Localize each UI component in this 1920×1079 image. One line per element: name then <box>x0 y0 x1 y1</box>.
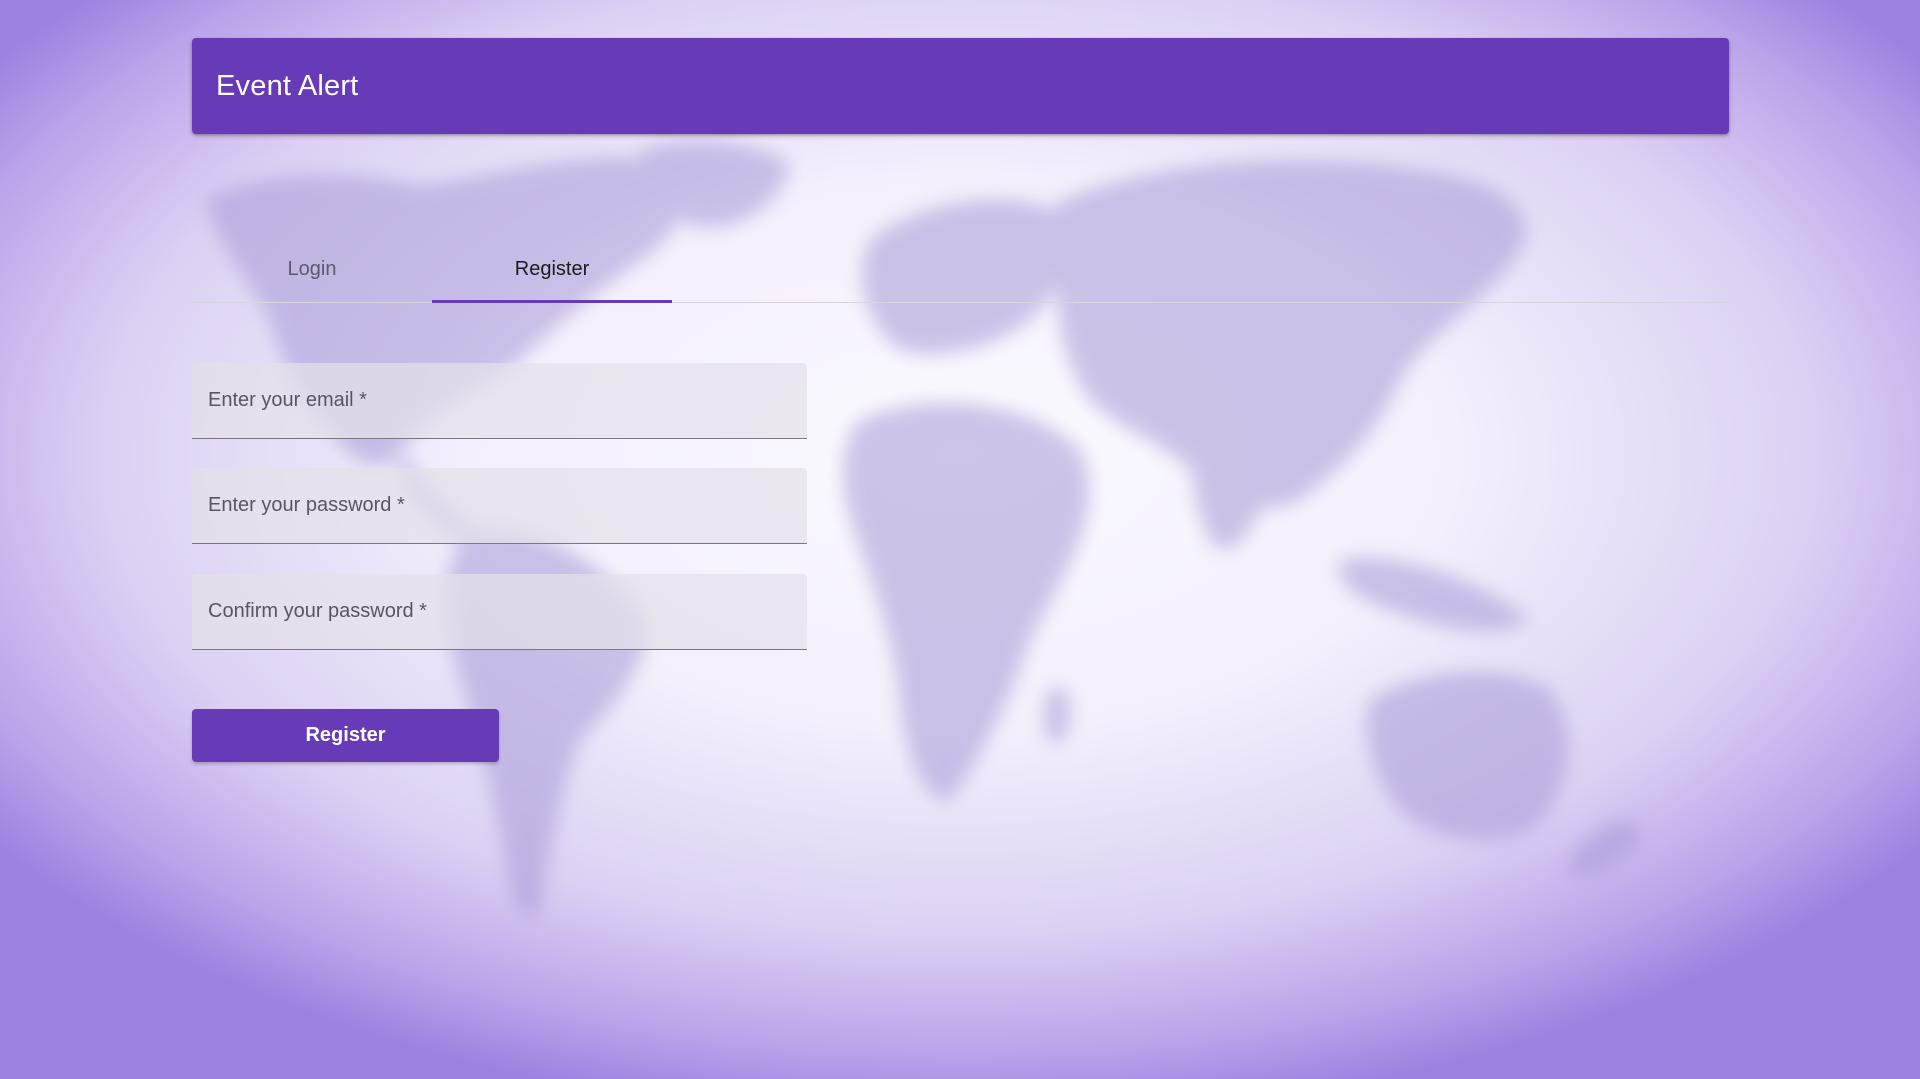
tab-register[interactable]: Register <box>432 236 672 302</box>
password-field[interactable] <box>192 468 807 543</box>
auth-tabs: Login Register <box>192 236 1729 303</box>
email-field[interactable] <box>192 363 807 438</box>
active-tab-indicator <box>432 300 672 303</box>
india-shape <box>1192 430 1262 549</box>
tab-login[interactable]: Login <box>192 236 432 302</box>
app-toolbar: Event Alert <box>192 38 1729 134</box>
asia-shape <box>1056 160 1526 509</box>
email-field-container <box>192 363 807 439</box>
app-title: Event Alert <box>216 69 359 102</box>
greenland-shape <box>640 141 790 228</box>
confirm-password-field-container <box>192 574 807 650</box>
password-field-container <box>192 468 807 544</box>
australia-shape <box>1366 671 1568 841</box>
southeast-asia-islands-shape <box>1339 558 1530 631</box>
confirm-password-field[interactable] <box>192 574 807 649</box>
new-zealand-shape <box>1569 821 1641 876</box>
register-button[interactable]: Register <box>192 709 499 762</box>
madagascar-shape <box>1044 687 1071 743</box>
africa-shape <box>843 403 1090 800</box>
